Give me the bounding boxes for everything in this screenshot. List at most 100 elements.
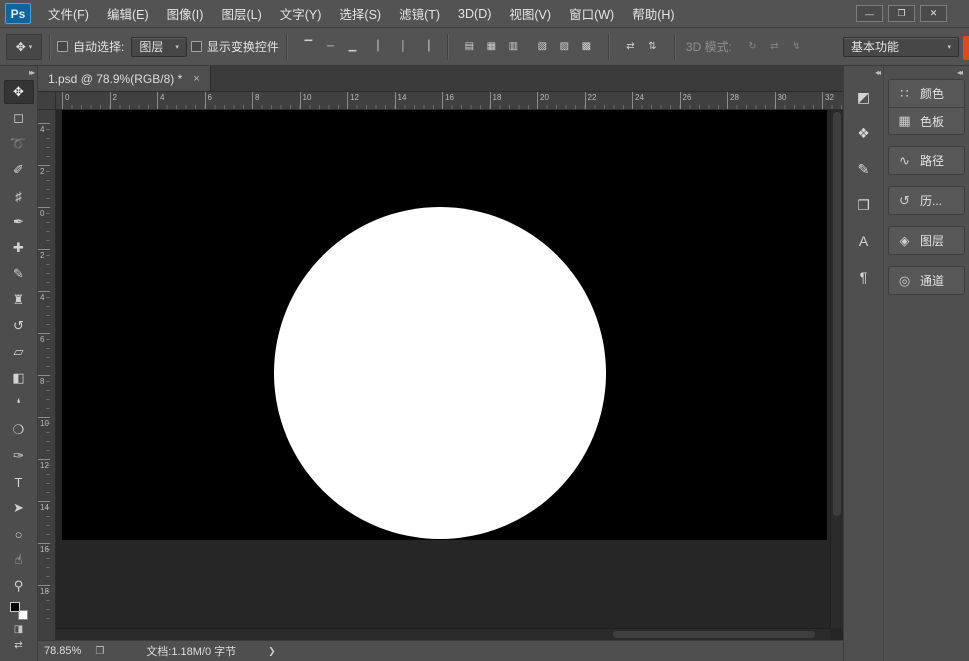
history-brush-tool[interactable]: ↺ bbox=[4, 314, 34, 338]
horizontal-ruler[interactable]: 0 2 4 6 8 10 12 14 16 18 20 22 24 26 28 … bbox=[56, 92, 843, 110]
blur-tool[interactable]: ❛ bbox=[4, 392, 34, 416]
styles-panel-icon[interactable]: ❖ bbox=[849, 119, 879, 147]
menu-window[interactable]: 窗口(W) bbox=[560, 0, 623, 27]
healing-brush-tool[interactable]: ✚ bbox=[4, 236, 34, 260]
character-panel-icon[interactable]: A bbox=[849, 227, 879, 255]
canvas-viewport[interactable] bbox=[56, 110, 843, 640]
align-top-edges-icon[interactable]: ▔ bbox=[299, 36, 318, 57]
align-vertical-centers-icon[interactable]: ─ bbox=[321, 36, 340, 57]
adjustments-panel-icon[interactable]: ◩ bbox=[849, 83, 879, 111]
zoom-level-field[interactable]: 78.85% bbox=[38, 645, 87, 657]
clone-source-panel-icon[interactable]: ❐ bbox=[849, 191, 879, 219]
auto-select-checkbox[interactable] bbox=[57, 41, 68, 52]
menu-file[interactable]: 文件(F) bbox=[39, 0, 98, 27]
ellipse-tool[interactable]: ○ bbox=[4, 522, 34, 546]
menu-edit[interactable]: 编辑(E) bbox=[98, 0, 158, 27]
pen-tool[interactable]: ✑ bbox=[4, 444, 34, 468]
chevron-down-icon: ▾ bbox=[947, 43, 951, 51]
brush-presets-panel-icon[interactable]: ✎ bbox=[849, 155, 879, 183]
menu-image[interactable]: 图像(I) bbox=[158, 0, 213, 27]
screen-mode-icon[interactable]: ⇄ bbox=[14, 639, 22, 652]
v-ruler-label: 12 bbox=[38, 459, 50, 501]
3d-rotate-icon: ↻ bbox=[748, 41, 757, 52]
dodge-tool[interactable]: ❍ bbox=[4, 418, 34, 442]
hand-tool[interactable]: ☝ bbox=[4, 548, 34, 572]
menu-view[interactable]: 视图(V) bbox=[500, 0, 560, 27]
panel-button-history[interactable]: ↺ 历... bbox=[889, 187, 964, 214]
separator bbox=[673, 33, 675, 60]
align-right-edges-icon[interactable]: ▕ bbox=[416, 36, 435, 57]
align-horizontal-centers-icon[interactable]: │ bbox=[394, 36, 413, 57]
dock-collapse-chevron-icon[interactable]: ◂◂ bbox=[888, 66, 965, 79]
menu-type[interactable]: 文字(Y) bbox=[271, 0, 331, 27]
vertical-ruler[interactable]: 4 2 0 2 4 6 8 10 12 14 16 18 bbox=[38, 110, 56, 640]
distribute-spacing-icon[interactable]: ⇅ bbox=[643, 36, 662, 57]
menu-help[interactable]: 帮助(H) bbox=[623, 0, 683, 27]
show-transform-checkbox[interactable] bbox=[190, 41, 202, 52]
menu-3d[interactable]: 3D(D) bbox=[449, 0, 500, 27]
panel-button-paths[interactable]: ∿ 路径 bbox=[889, 147, 964, 174]
distribute-vertical-group: ▤ ▦ ▥ bbox=[460, 36, 523, 57]
menu-bar: Ps 文件(F) 编辑(E) 图像(I) 图层(L) 文字(Y) 选择(S) 滤… bbox=[0, 0, 969, 28]
close-button[interactable]: ✕ bbox=[920, 5, 947, 22]
panel-button-channels[interactable]: ◎ 通道 bbox=[889, 267, 964, 294]
v-ruler-label: 2 bbox=[38, 249, 50, 291]
quick-selection-tool[interactable]: ✐ bbox=[4, 158, 34, 182]
ruler-corner[interactable] bbox=[38, 92, 56, 110]
panel-button-swatches[interactable]: ▦ 色板 bbox=[889, 107, 964, 134]
vertical-scrollbar[interactable] bbox=[830, 110, 843, 628]
status-menu-chevron-icon[interactable]: ❯ bbox=[268, 646, 276, 657]
foreground-background-swatches[interactable] bbox=[9, 602, 28, 620]
zoom-tool[interactable]: ⚲ bbox=[4, 574, 34, 598]
canvas-document[interactable] bbox=[62, 110, 827, 540]
eyedropper-tool[interactable]: ✒ bbox=[4, 210, 34, 234]
panel-label: 路径 bbox=[920, 154, 945, 168]
clone-stamp-tool[interactable]: ♜ bbox=[4, 288, 34, 312]
dock-collapse-chevron-icon[interactable]: ◂◂ bbox=[844, 66, 883, 79]
menu-select[interactable]: 选择(S) bbox=[330, 0, 390, 27]
separator bbox=[446, 33, 448, 60]
quick-mask-icon[interactable]: ◨ bbox=[14, 623, 23, 636]
panel-button-layers[interactable]: ◈ 图层 bbox=[889, 227, 964, 254]
3d-scale-icon: ↯ bbox=[792, 41, 801, 52]
auto-select-target-dropdown[interactable]: 图层 ▾ bbox=[131, 36, 187, 57]
paragraph-panel-icon[interactable]: ¶ bbox=[849, 263, 879, 291]
align-bottom-edges-icon[interactable]: ▁ bbox=[343, 36, 362, 57]
photoshop-logo: Ps bbox=[5, 3, 31, 24]
tab-close-icon[interactable]: × bbox=[193, 73, 199, 85]
distribute-left-edges-icon[interactable]: ▧ bbox=[533, 36, 552, 57]
move-tool-icon: ✥ bbox=[15, 39, 26, 54]
document-tab[interactable]: 1.psd @ 78.9%(RGB/8) * × bbox=[38, 66, 211, 91]
move-tool[interactable]: ✥ bbox=[3, 80, 34, 104]
lasso-tool[interactable]: ➰ bbox=[4, 132, 34, 156]
horizontal-scrollbar[interactable] bbox=[56, 628, 830, 640]
eraser-tool[interactable]: ▱ bbox=[4, 340, 34, 364]
menu-filter[interactable]: 滤镜(T) bbox=[390, 0, 449, 27]
horizontal-scrollbar-thumb[interactable] bbox=[613, 631, 815, 638]
distribute-top-edges-icon[interactable]: ▤ bbox=[460, 36, 479, 57]
rectangular-marquee-tool[interactable]: ◻ bbox=[4, 106, 34, 130]
gradient-tool[interactable]: ◧ bbox=[4, 366, 34, 390]
distribute-vertical-centers-icon[interactable]: ▦ bbox=[482, 36, 501, 57]
status-flyout-icon[interactable]: ❐ bbox=[95, 646, 104, 657]
v-ruler-label: 6 bbox=[38, 333, 50, 375]
restore-button[interactable]: ❐ bbox=[888, 5, 915, 22]
panel-button-color[interactable]: ∷ 颜色 bbox=[889, 80, 964, 107]
crop-tool[interactable]: ♯ bbox=[4, 184, 34, 208]
auto-align-layers-icon[interactable]: ⇄ bbox=[621, 36, 640, 57]
foreground-color-swatch[interactable] bbox=[9, 602, 20, 612]
distribute-horizontal-centers-icon[interactable]: ▨ bbox=[555, 36, 574, 57]
minimize-button[interactable]: — bbox=[856, 5, 883, 22]
type-tool[interactable]: T bbox=[4, 470, 34, 494]
tool-preset-picker[interactable]: ✥ ▾ bbox=[6, 33, 42, 60]
align-left-edges-icon[interactable]: ▏ bbox=[372, 36, 391, 57]
tools-collapse-chevron-icon[interactable]: ▸▸ bbox=[0, 66, 37, 79]
panel-group-color: ∷ 颜色 ▦ 色板 bbox=[888, 79, 965, 135]
brush-tool[interactable]: ✎ bbox=[4, 262, 34, 286]
distribute-right-edges-icon[interactable]: ▩ bbox=[577, 36, 596, 57]
vertical-scrollbar-thumb[interactable] bbox=[833, 112, 841, 517]
path-selection-tool[interactable]: ➤ bbox=[4, 496, 34, 520]
distribute-bottom-edges-icon[interactable]: ▥ bbox=[504, 36, 523, 57]
menu-layer[interactable]: 图层(L) bbox=[212, 0, 270, 27]
workspace-switcher-dropdown[interactable]: 基本功能 ▾ bbox=[843, 36, 959, 57]
